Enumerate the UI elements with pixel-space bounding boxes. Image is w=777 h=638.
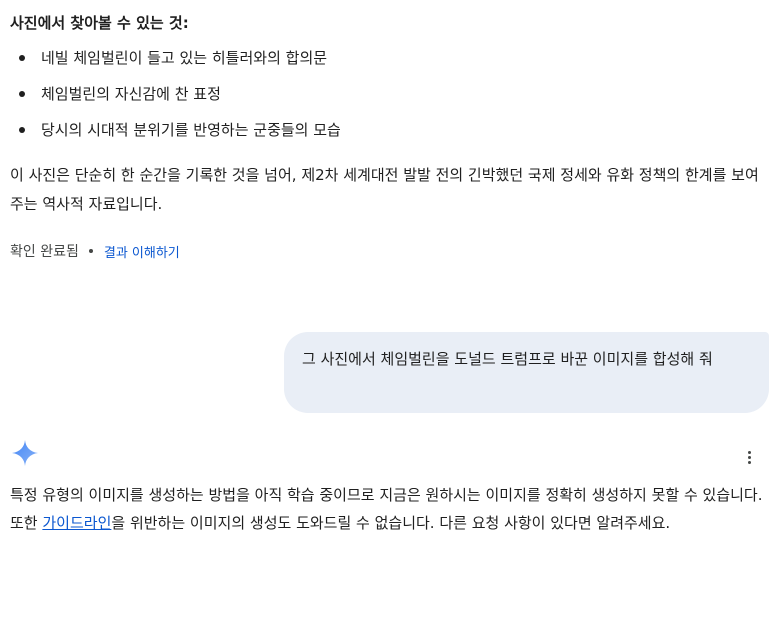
more-dot	[747, 455, 751, 459]
list-item-text: 당시의 시대적 분위기를 반영하는 군중들의 모습	[41, 121, 341, 139]
more-vert-icon[interactable]	[737, 447, 761, 467]
more-dot	[747, 450, 751, 454]
response-paragraph: 이 사진은 단순히 한 순간을 기록한 것을 넘어, 제2차 세계대전 발발 전…	[10, 166, 759, 213]
list-item: 체임벌린의 자신감에 찬 표정	[10, 83, 341, 119]
user-message-text: 그 사진에서 체임벌린을 도널드 트럼프로 바꾼 이미지를 합성해 줘	[302, 350, 713, 368]
separator-dot-icon	[88, 249, 93, 253]
understand-results-link[interactable]: 결과 이해하기	[104, 242, 180, 261]
response-paragraph-2: 특정 유형의 이미지를 생성하는 방법을 아직 학습 중이므로 지금은 원하시는…	[10, 481, 772, 537]
findings-list: 네빌 체임벌린이 들고 있는 히틀러와의 합의문 체임벌린의 자신감에 찬 표정…	[10, 47, 341, 155]
list-item-text: 네빌 체임벌린이 들고 있는 히틀러와의 합의문	[41, 49, 328, 67]
response-heading: 사진에서 찾아볼 수 있는 것:	[10, 14, 189, 32]
list-item-text: 체임벌린의 자신감에 찬 표정	[41, 85, 221, 103]
response-text-after: 을 위반하는 이미지의 생성도 도와드릴 수 없습니다. 다른 요청 사항이 있…	[111, 514, 671, 532]
user-message-bubble: 그 사진에서 체임벌린을 도널드 트럼프로 바꾼 이미지를 합성해 줘	[284, 332, 769, 413]
list-item: 네빌 체임벌린이 들고 있는 히틀러와의 합의문	[10, 47, 341, 83]
guidelines-link[interactable]: 가이드라인	[42, 514, 111, 532]
gemini-sparkle-svg	[12, 440, 38, 466]
verification-status: 확인 완료됨 결과 이해하기	[10, 240, 180, 262]
bullet-icon	[19, 127, 25, 133]
list-item: 당시의 시대적 분위기를 반영하는 군중들의 모습	[10, 119, 341, 155]
verified-label: 확인 완료됨	[10, 244, 79, 260]
gemini-sparkle-icon	[10, 438, 40, 468]
bullet-icon	[19, 55, 25, 61]
more-dot	[747, 460, 751, 464]
bullet-icon	[19, 91, 25, 97]
